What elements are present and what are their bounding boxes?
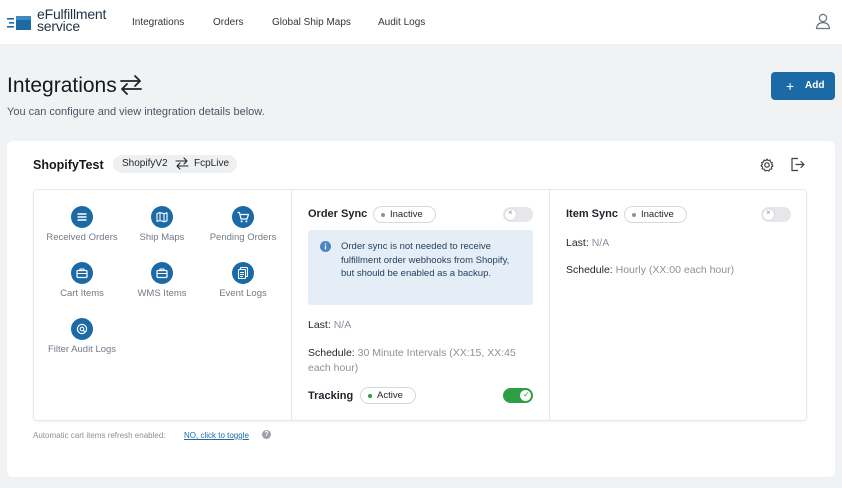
list-icon <box>71 206 93 228</box>
cart-refresh-note: Automatic cart items refresh enabled: <box>33 431 166 440</box>
brand-logo[interactable]: eFulfillment service <box>7 7 117 36</box>
tracking-status: Active <box>377 390 403 401</box>
tracking-status-badge: Active <box>360 387 416 404</box>
logout-icon[interactable] <box>790 157 805 172</box>
briefcase-icon <box>71 262 93 284</box>
tracking-toggle[interactable]: ✓ <box>503 388 533 403</box>
order-sync-info-alert: Order sync is not needed to receive fulf… <box>308 230 533 305</box>
integration-detail-card <box>33 189 807 421</box>
status-dot <box>368 394 372 398</box>
cart-icon <box>232 206 254 228</box>
item-sync-status: Inactive <box>641 209 674 220</box>
order-sync-toggle[interactable]: × <box>503 207 533 222</box>
column-divider <box>549 189 550 421</box>
nav-orders[interactable]: Orders <box>213 17 244 28</box>
item-sync-title: Item Sync <box>566 208 618 220</box>
order-sync-schedule: Schedule: 30 Minute Intervals (XX:15, XX… <box>308 346 523 376</box>
order-sync-status: Inactive <box>390 209 423 220</box>
close-icon: × <box>508 208 513 217</box>
documents-icon <box>232 262 254 284</box>
order-sync-status-badge: Inactive <box>373 206 436 223</box>
status-dot <box>632 213 636 217</box>
briefcase-icon <box>151 262 173 284</box>
tile-label: Cart Items <box>60 288 104 299</box>
nav-integrations[interactable]: Integrations <box>132 17 184 28</box>
item-sync-last-value: N/A <box>591 237 610 249</box>
order-sync-info-text: Order sync is not needed to receive fulf… <box>341 241 510 279</box>
last-label: Last: <box>308 319 331 331</box>
order-sync-last: Last: N/A <box>308 319 351 331</box>
status-dot <box>381 213 385 217</box>
schedule-label: Schedule: <box>566 264 613 276</box>
check-icon: ✓ <box>523 390 530 399</box>
tile-label: Ship Maps <box>139 232 185 243</box>
tile-label: Pending Orders <box>209 232 277 243</box>
integration-target: FcpLive <box>194 158 230 169</box>
integration-name: ShopifyTest <box>33 158 104 172</box>
gear-icon[interactable] <box>760 158 774 172</box>
item-sync-last: Last: N/A <box>566 237 609 249</box>
info-icon <box>320 241 331 252</box>
user-icon[interactable] <box>814 12 832 30</box>
help-icon[interactable]: ? <box>262 430 271 439</box>
brand-wordmark: eFulfillment service <box>37 7 106 33</box>
cart-refresh-toggle-link[interactable]: NO, click to toggle <box>184 431 249 440</box>
column-divider <box>291 189 292 421</box>
item-sync-schedule: Schedule: Hourly (XX:00 each hour) <box>566 264 734 276</box>
nav-audit-logs[interactable]: Audit Logs <box>378 17 425 28</box>
map-icon <box>151 206 173 228</box>
plus-icon: + <box>786 78 795 94</box>
tile-label: Event Logs <box>219 288 267 299</box>
add-button-label: Add <box>805 80 825 91</box>
close-icon: × <box>766 208 771 217</box>
item-sync-toggle[interactable]: × <box>761 207 791 222</box>
order-sync-title: Order Sync <box>308 208 368 220</box>
integration-pair-badge: ShopifyV2 FcpLive <box>113 155 237 173</box>
order-sync-last-value: N/A <box>333 319 352 331</box>
tile-label: Received Orders <box>46 232 118 243</box>
schedule-label: Schedule: <box>308 347 355 359</box>
item-sync-schedule-value: Hourly (XX:00 each hour) <box>615 264 735 276</box>
top-nav-bar: eFulfillment service Integrations Orders… <box>0 0 842 44</box>
item-sync-status-badge: Inactive <box>624 206 687 223</box>
search-icon <box>71 318 93 340</box>
swap-arrows-icon <box>120 75 142 95</box>
add-integration-button[interactable]: + Add <box>771 72 835 100</box>
nav-global-ship-maps[interactable]: Global Ship Maps <box>272 17 351 28</box>
page-subtitle: You can configure and view integration d… <box>7 106 265 118</box>
tracking-title: Tracking <box>308 390 354 402</box>
swap-arrows-icon <box>175 157 189 170</box>
logo-box-icon <box>7 16 31 30</box>
integration-source: ShopifyV2 <box>122 158 168 169</box>
tile-label: Filter Audit Logs <box>47 344 117 355</box>
page-title: Integrations <box>7 74 117 97</box>
last-label: Last: <box>566 237 589 249</box>
tile-label: WMS Items <box>137 288 187 299</box>
